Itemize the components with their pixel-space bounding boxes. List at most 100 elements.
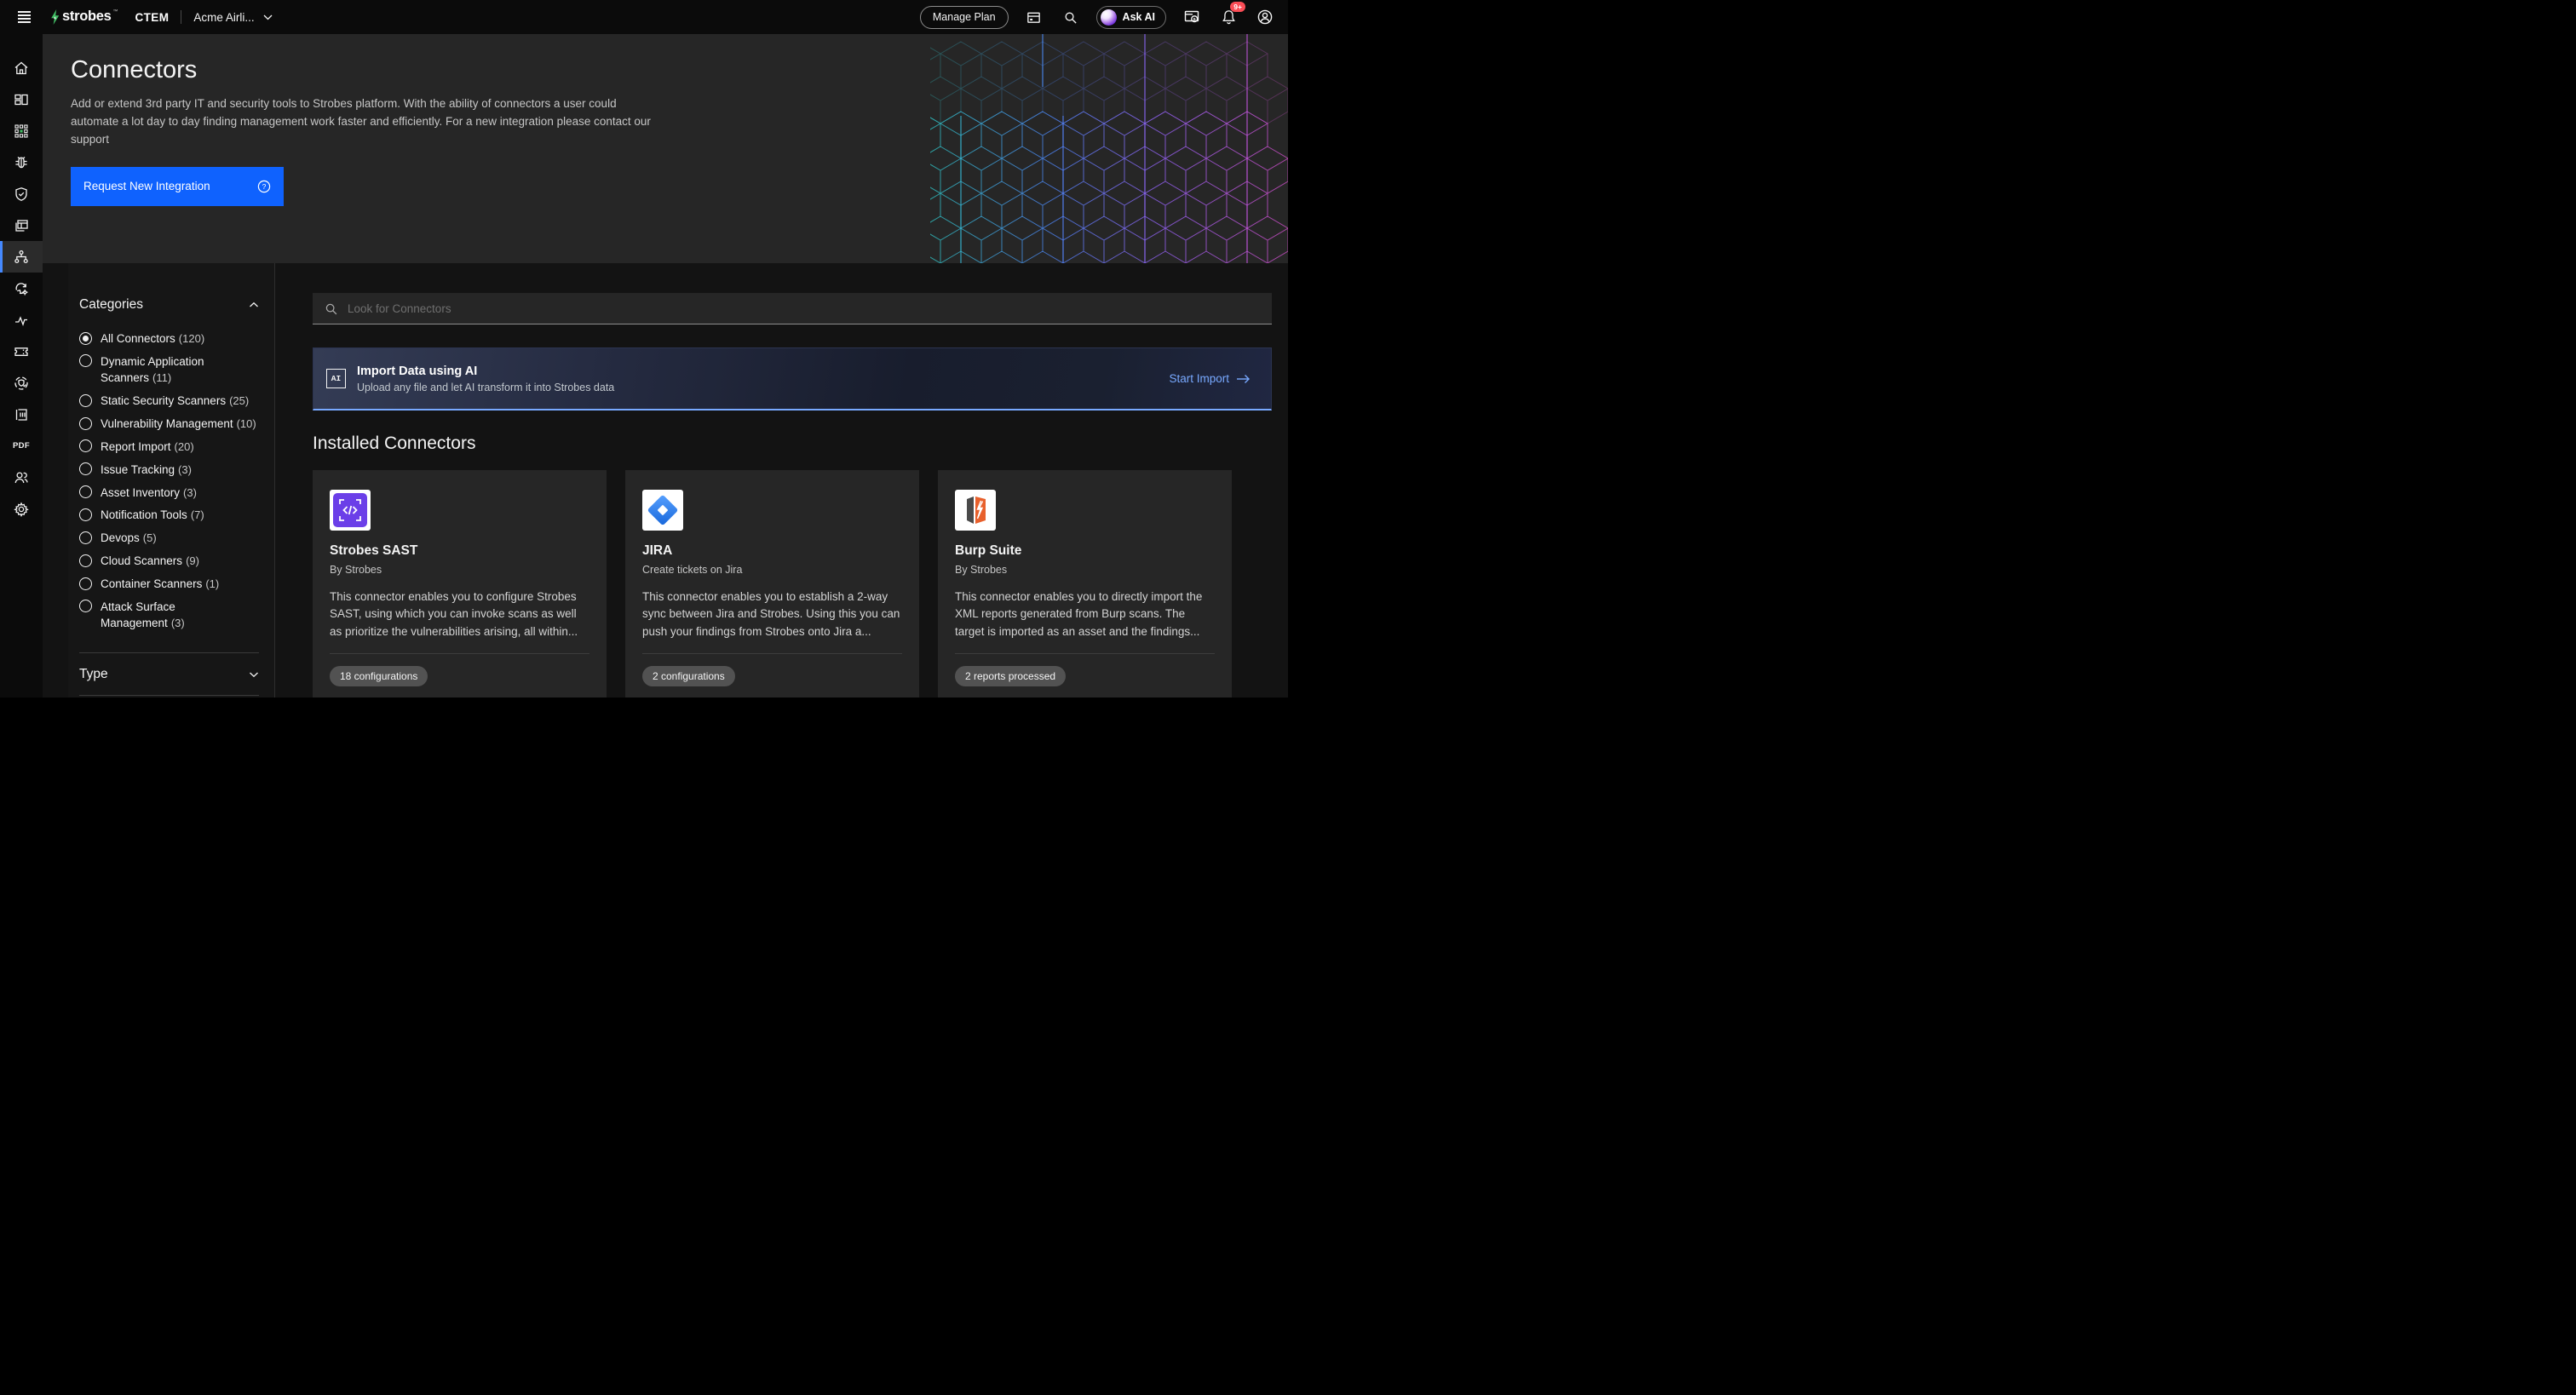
menu-icon[interactable] xyxy=(12,4,37,30)
radio-icon[interactable] xyxy=(79,577,92,590)
connector-author: Create tickets on Jira xyxy=(642,564,902,576)
category-option-container-scanners[interactable]: Container Scanners(1) xyxy=(79,576,259,593)
radio-icon[interactable] xyxy=(79,354,92,367)
radio-icon[interactable] xyxy=(79,600,92,612)
category-label: Devops(5) xyxy=(101,530,157,547)
radio-icon[interactable] xyxy=(79,485,92,498)
sidebar-item-activity[interactable] xyxy=(0,304,43,336)
radio-selected-icon[interactable] xyxy=(79,332,92,345)
radio-icon[interactable] xyxy=(79,394,92,407)
category-option-vulnerability-management[interactable]: Vulnerability Management(10) xyxy=(79,416,259,433)
type-title: Type xyxy=(79,667,108,682)
radio-icon[interactable] xyxy=(79,508,92,521)
category-option-all-connectors[interactable]: All Connectors(120) xyxy=(79,330,259,347)
category-count: (20) xyxy=(175,440,194,453)
svg-text:?: ? xyxy=(262,182,267,191)
connector-card-strobes-sast[interactable]: Strobes SAST By Strobes This connector e… xyxy=(313,470,607,698)
radio-icon[interactable] xyxy=(79,531,92,544)
sidebar-item-dashboard[interactable] xyxy=(0,83,43,115)
filters-divider-bottom xyxy=(79,695,259,696)
org-switcher[interactable]: Acme Airli... xyxy=(193,11,272,24)
sidebar-item-automation[interactable] xyxy=(0,273,43,304)
sidebar-item-home[interactable] xyxy=(0,52,43,83)
apps-grid-icon xyxy=(13,123,30,140)
categories-title: Categories xyxy=(79,297,143,313)
bell-icon[interactable]: 9+ xyxy=(1217,6,1239,28)
radio-icon[interactable] xyxy=(79,417,92,430)
sidebar-item-users[interactable] xyxy=(0,462,43,493)
category-option-static-security-scanners[interactable]: Static Security Scanners(25) xyxy=(79,393,259,410)
ai-banner-title: Import Data using AI xyxy=(357,365,614,378)
category-count: (3) xyxy=(171,617,185,629)
sidebar-item-report-cards[interactable] xyxy=(0,399,43,430)
category-option-report-import[interactable]: Report Import(20) xyxy=(79,439,259,456)
sidebar-item-tickets[interactable] xyxy=(0,336,43,367)
category-option-asset-inventory[interactable]: Asset Inventory(3) xyxy=(79,485,259,502)
org-name: Acme Airli... xyxy=(193,11,254,24)
burp-suite-logo xyxy=(955,490,996,531)
category-count: (3) xyxy=(183,486,197,499)
users-icon xyxy=(13,469,30,486)
strobes-logo: strobes ™ xyxy=(49,9,118,26)
manage-plan-button[interactable]: Manage Plan xyxy=(920,6,1009,29)
chevron-down-icon xyxy=(263,14,273,20)
search-input[interactable] xyxy=(348,302,1261,315)
ask-ai-button[interactable]: Ask AI xyxy=(1096,6,1166,29)
category-count: (1) xyxy=(205,577,219,590)
sidebar-item-settings[interactable] xyxy=(0,493,43,525)
connector-usage-badge: 2 reports processed xyxy=(955,666,1066,686)
category-label: Container Scanners(1) xyxy=(101,576,219,593)
category-label: Static Security Scanners(25) xyxy=(101,393,249,410)
avatar-icon[interactable] xyxy=(1254,6,1276,28)
category-label: Dynamic Application Scanners(11) xyxy=(101,353,259,387)
demo-player-icon[interactable] xyxy=(1181,6,1203,28)
sidebar-item-scans[interactable] xyxy=(0,367,43,399)
category-option-cloud-scanners[interactable]: Cloud Scanners(9) xyxy=(79,553,259,570)
start-import-link[interactable]: Start Import xyxy=(1169,372,1251,385)
bug-icon xyxy=(13,154,30,171)
category-label: Notification Tools(7) xyxy=(101,507,204,524)
request-new-integration-button[interactable]: Request New Integration ? xyxy=(71,167,284,206)
installed-connectors-grid: Strobes SAST By Strobes This connector e… xyxy=(313,470,1272,698)
type-section-header[interactable]: Type xyxy=(79,667,259,682)
card-divider xyxy=(330,653,589,654)
sync-settings-icon xyxy=(13,280,30,297)
sidebar-item-vulnerabilities[interactable] xyxy=(0,146,43,178)
product-name: CTEM xyxy=(135,11,170,24)
category-count: (10) xyxy=(237,417,256,430)
start-import-label: Start Import xyxy=(1169,372,1229,385)
category-option-dynamic-application-scanners[interactable]: Dynamic Application Scanners(11) xyxy=(79,353,259,387)
sidebar-item-reports-tables[interactable] xyxy=(0,210,43,241)
radio-icon[interactable] xyxy=(79,462,92,475)
category-count: (7) xyxy=(191,508,204,521)
installed-connectors-title: Installed Connectors xyxy=(313,433,1272,454)
search-icon[interactable] xyxy=(1060,6,1082,28)
category-option-devops[interactable]: Devops(5) xyxy=(79,530,259,547)
sidebar-item-compliance[interactable] xyxy=(0,178,43,210)
connector-card-burp-suite[interactable]: Burp Suite By Strobes This connector ena… xyxy=(938,470,1232,698)
connector-usage-badge: 2 configurations xyxy=(642,666,735,686)
sidebar-item-connectors[interactable] xyxy=(0,241,43,273)
strobes-connectors-page: strobes ™ CTEM Acme Airli... Manage Plan xyxy=(0,0,1288,698)
category-option-issue-tracking[interactable]: Issue Tracking(3) xyxy=(79,462,259,479)
connector-card-jira[interactable]: JIRA Create tickets on Jira This connect… xyxy=(625,470,919,698)
category-label: Attack Surface Management(3) xyxy=(101,599,259,632)
jira-logo xyxy=(642,490,683,531)
arrow-right-icon xyxy=(1236,374,1251,384)
category-option-attack-surface-management[interactable]: Attack Surface Management(3) xyxy=(79,599,259,632)
category-label: Report Import(20) xyxy=(101,439,194,456)
category-option-notification-tools[interactable]: Notification Tools(7) xyxy=(79,507,259,524)
hero-section: Connectors Add or extend 3rd party IT an… xyxy=(43,34,1288,263)
radio-icon[interactable] xyxy=(79,554,92,567)
sidebar-item-apps[interactable] xyxy=(0,115,43,146)
help-circle-icon: ? xyxy=(257,180,271,193)
type-expand-chevron-down-icon xyxy=(249,671,259,678)
billing-card-icon[interactable] xyxy=(1023,6,1045,28)
card-divider xyxy=(955,653,1215,654)
categories-collapse-chevron-up-icon[interactable] xyxy=(249,301,259,308)
sidebar-item-pdf[interactable]: PDF xyxy=(0,430,43,462)
category-count: (25) xyxy=(229,394,249,407)
radio-icon[interactable] xyxy=(79,439,92,452)
connector-author: By Strobes xyxy=(330,564,589,576)
page-description: Add or extend 3rd party IT and security … xyxy=(71,95,662,149)
